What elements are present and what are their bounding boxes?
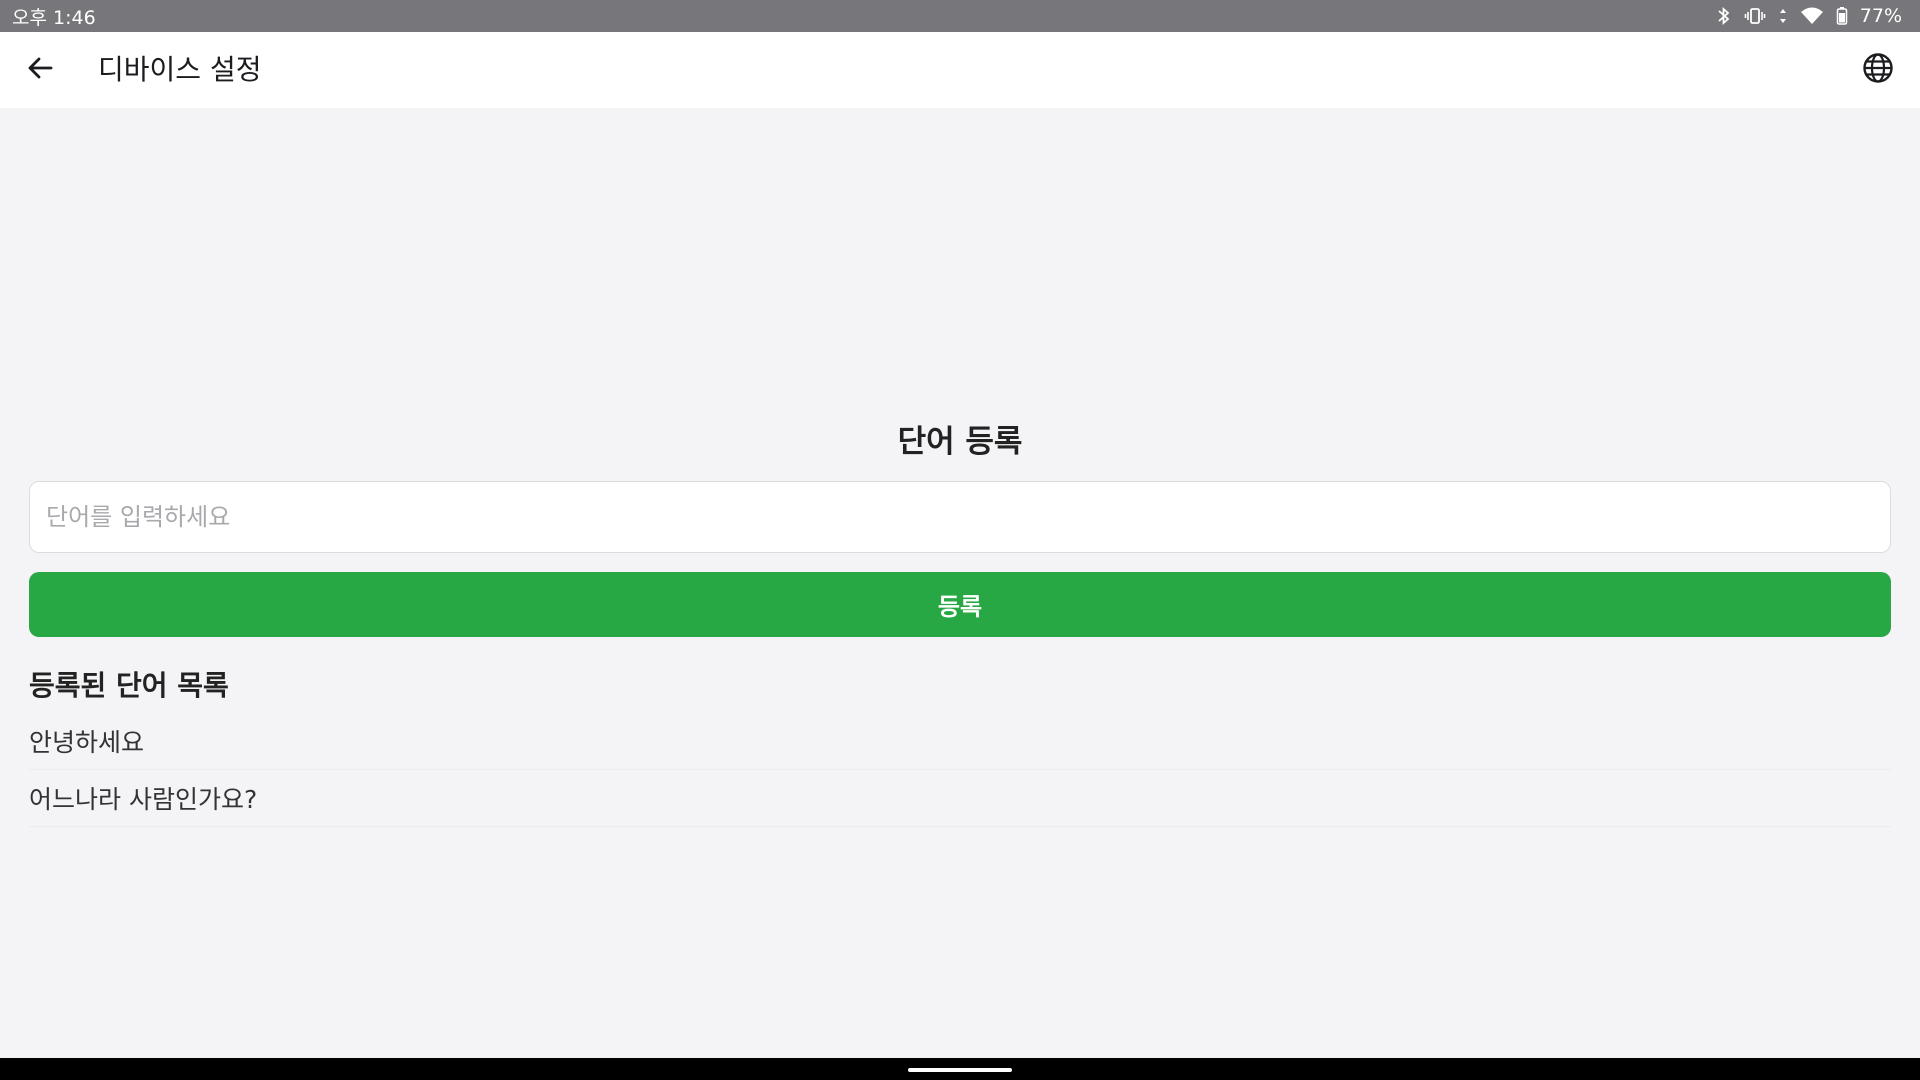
list-item-label: 안녕하세요 (29, 728, 145, 757)
arrow-back-icon (27, 56, 53, 84)
vibrate-icon (1744, 7, 1766, 25)
main-content: 단어 등록 등록 등록된 단어 목록 안녕하세요 어느나라 사람인가요? (0, 108, 1920, 1058)
status-time: 오후 1:46 (12, 6, 96, 29)
page-title: 디바이스 설정 (98, 53, 262, 86)
word-input[interactable] (29, 481, 1891, 553)
register-title: 단어 등록 (897, 424, 1023, 460)
wifi-icon (1800, 7, 1824, 25)
battery-icon (1836, 6, 1848, 26)
data-transfer-icon (1778, 7, 1788, 25)
status-bar: 오후 1:46 77% (0, 0, 1920, 32)
globe-icon (1862, 52, 1894, 88)
list-item[interactable]: 어느나라 사람인가요? (29, 770, 1891, 827)
list-item-label: 어느나라 사람인가요? (29, 785, 258, 814)
home-indicator[interactable] (908, 1068, 1012, 1072)
register-button[interactable]: 등록 (29, 572, 1891, 637)
bluetooth-icon (1716, 6, 1732, 26)
battery-percent: 77% (1859, 5, 1902, 27)
app-bar: 디바이스 설정 (0, 32, 1920, 108)
language-button[interactable] (1856, 48, 1900, 92)
navigation-bar (0, 1058, 1920, 1080)
word-list: 안녕하세요 어느나라 사람인가요? (29, 713, 1891, 827)
list-item[interactable]: 안녕하세요 (29, 713, 1891, 770)
word-list-title: 등록된 단어 목록 (29, 669, 229, 702)
back-button[interactable] (18, 48, 62, 92)
